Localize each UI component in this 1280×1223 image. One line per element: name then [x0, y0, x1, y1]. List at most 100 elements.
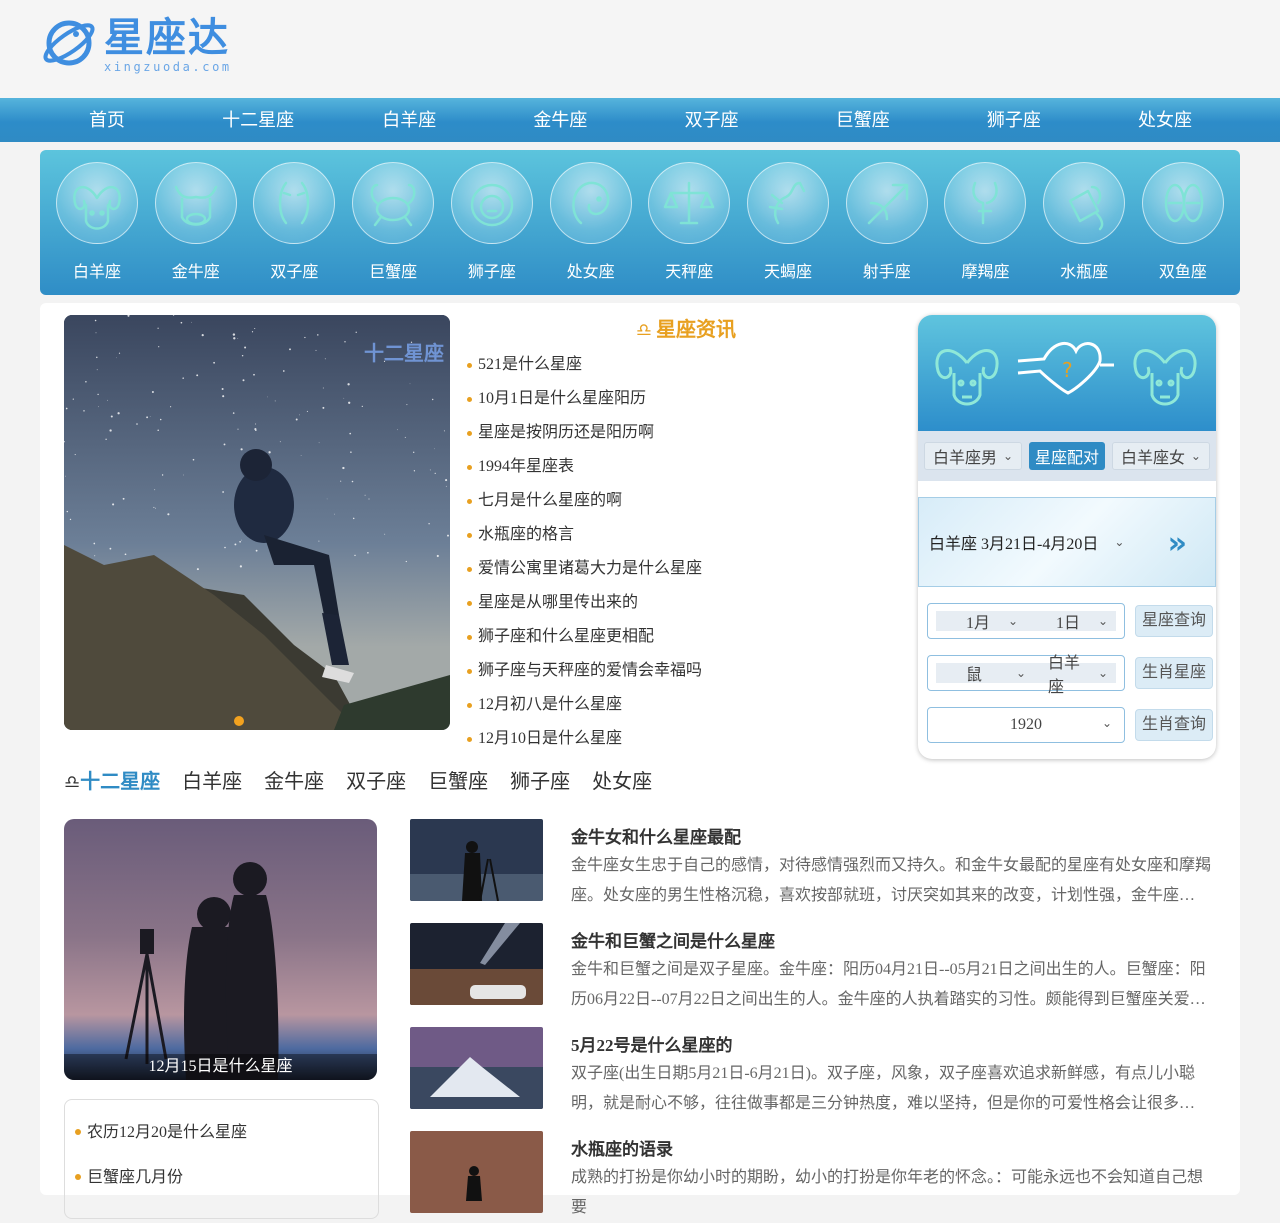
main-content: 十二星座 ♎ 星座资讯 521是什么星座 10月1日是什么星座阳历 星座是按阴历还是阳… — [40, 303, 1240, 1219]
chevron-down-icon: ⌄ — [1002, 448, 1013, 463]
animal-sign-select[interactable]: 鼠 ⌄ 白羊座 ⌄ — [927, 655, 1125, 696]
zodiac-badge[interactable] — [845, 162, 928, 244]
star-query-button[interactable]: 星座查询 — [1135, 605, 1214, 637]
zodiac-badge[interactable] — [352, 162, 435, 244]
article-item[interactable]: 金牛女和什么星座最配 金牛座女生忠于自己的感情，对待感情强烈而又持久。和金牛女最… — [410, 819, 1220, 904]
feature-card[interactable]: 12月15日是什么星座 — [64, 819, 377, 1080]
year-value: 1920 — [1010, 716, 1042, 733]
taurus-icon — [174, 185, 217, 226]
zodiac-item[interactable]: 天蝎座 — [745, 162, 831, 295]
tab-aries[interactable]: 白羊座 — [182, 765, 242, 794]
article-item[interactable]: 水瓶座的语录 成熟的打扮是你幼小时的期盼，幼小的打扮是你年老的怀念。：可能永远也… — [410, 1131, 1220, 1216]
male-sign-select[interactable]: 白羊座男 ⌄ — [924, 442, 1022, 470]
zodiac-label: 天蝎座 — [764, 264, 813, 281]
zodiac-item[interactable]: 天秤座 — [646, 162, 732, 295]
list-item[interactable]: 巨蟹座几月份 — [75, 1155, 368, 1200]
nav-aries[interactable]: 白羊座 — [334, 98, 484, 142]
date-select[interactable]: 1月 ⌄ 1日 ⌄ — [927, 603, 1125, 639]
zodiac-badge[interactable] — [747, 162, 830, 244]
tab-taurus[interactable]: 金牛座 — [264, 765, 324, 794]
tab-twelve-signs[interactable]: ♎十二星座 — [64, 765, 160, 794]
nav-cancer[interactable]: 巨蟹座 — [788, 98, 938, 142]
nav-gemini[interactable]: 双子座 — [637, 98, 787, 142]
news-item[interactable]: 星座是按阴历还是阳历啊 — [466, 416, 906, 450]
news-item[interactable]: 521是什么星座 — [466, 348, 906, 382]
zodiac-badge[interactable] — [549, 162, 632, 244]
chevron-down-icon: ⌄ — [1190, 448, 1201, 463]
article-title[interactable]: 金牛女和什么星座最配 — [571, 823, 741, 848]
zodiac-item[interactable]: 双子座 — [251, 162, 337, 295]
svg-text:?: ? — [1062, 358, 1073, 382]
nav-virgo[interactable]: 处女座 — [1090, 98, 1240, 142]
news-list: 521是什么星座 10月1日是什么星座阳历 星座是按阴历还是阳历啊 1994年星座表七… — [466, 348, 906, 756]
article-thumbnail[interactable] — [410, 1131, 543, 1213]
news-item[interactable]: 七月是什么星座的啊 — [466, 484, 906, 518]
zodiac-badge[interactable] — [56, 162, 138, 244]
article-thumbnail[interactable] — [410, 819, 543, 901]
pair-button[interactable]: 星座配对 — [1028, 442, 1105, 470]
animal-query-button[interactable]: 生肖查询 — [1135, 709, 1214, 741]
news-item[interactable]: 12月初八是什么星座 — [466, 688, 906, 722]
nav-leo[interactable]: 狮子座 — [939, 98, 1089, 142]
tab-leo[interactable]: 狮子座 — [510, 765, 570, 794]
year-select[interactable]: 1920 ⌄ — [927, 707, 1125, 743]
list-item[interactable]: 农历12月20是什么星座 — [75, 1110, 368, 1155]
article-title[interactable]: 5月22号是什么星座的 — [571, 1031, 733, 1056]
zodiac-badge[interactable] — [253, 162, 336, 244]
article-item[interactable]: 5月22号是什么星座的 双子座(出生日期5月21日-6月21日)。双子座，风象，… — [410, 1027, 1220, 1112]
article-thumbnail-image — [410, 1027, 543, 1109]
zodiac-item[interactable]: 处女座 — [548, 162, 634, 295]
news-item[interactable]: 狮子座与天秤座的爱情会幸福吗 — [466, 654, 906, 688]
zodiac-item[interactable]: 水瓶座 — [1041, 162, 1127, 295]
zodiac-badge[interactable] — [154, 162, 237, 244]
animal-query-row: 鼠 ⌄ 白羊座 ⌄ 生肖星座 — [927, 655, 1216, 696]
news-item[interactable]: 10月1日是什么星座阳历 — [466, 382, 906, 416]
zodiac-badge[interactable] — [648, 162, 731, 244]
news-item[interactable]: 12月10日是什么星座 — [466, 722, 906, 756]
libra-icon: ♎ — [64, 772, 81, 793]
zodiac-badge[interactable] — [1141, 162, 1224, 244]
news-item[interactable]: 1994年星座表 — [466, 450, 906, 484]
zodiac-label: 金牛座 — [171, 264, 220, 281]
carousel-dot[interactable] — [234, 716, 244, 726]
article-thumbnail[interactable] — [410, 923, 543, 1005]
nav-home[interactable]: 首页 — [32, 98, 182, 142]
article-title[interactable]: 水瓶座的语录 — [571, 1135, 673, 1160]
news-item[interactable]: 水瓶座的格言 — [466, 518, 906, 552]
article-title[interactable]: 金牛和巨蟹之间是什么星座 — [571, 927, 775, 952]
double-chevron-right-icon[interactable]: » — [1168, 526, 1187, 561]
zodiac-item[interactable]: 摩羯座 — [942, 162, 1028, 295]
article-thumbnail[interactable] — [410, 1027, 543, 1109]
sign-range-select[interactable]: 白羊座 3月21日-4月20日 ⌄ » — [918, 497, 1216, 587]
sign-select[interactable]: 白羊座 ⌄ — [1034, 655, 1116, 696]
month-select[interactable]: 1月 ⌄ — [936, 611, 1026, 632]
news-item[interactable]: 狮子座和什么星座更相配 — [466, 620, 906, 654]
logo[interactable]: 星座达 xingzuoda.com — [40, 14, 232, 74]
nav-twelve-signs[interactable]: 十二星座 — [183, 98, 333, 142]
zodiac-label: 巨蟹座 — [369, 264, 418, 281]
zodiac-badge[interactable] — [450, 162, 533, 244]
tab-cancer[interactable]: 巨蟹座 — [428, 765, 488, 794]
zodiac-badge[interactable] — [944, 162, 1027, 244]
animal-select[interactable]: 鼠 ⌄ — [936, 663, 1034, 684]
animal-star-button[interactable]: 生肖星座 — [1135, 657, 1214, 689]
news-item[interactable]: 爱情公寓里诸葛大力是什么星座 — [466, 552, 906, 586]
zodiac-item[interactable]: 金牛座 — [153, 162, 239, 295]
zodiac-item[interactable]: 双鱼座 — [1140, 162, 1226, 295]
chevron-down-icon: ⌄ — [1097, 613, 1108, 628]
zodiac-item[interactable]: 射手座 — [844, 162, 930, 295]
female-sign-select[interactable]: 白羊座女 ⌄ — [1111, 442, 1210, 470]
nav-taurus[interactable]: 金牛座 — [485, 98, 635, 142]
day-select[interactable]: 1日 ⌄ — [1026, 611, 1116, 632]
news-item[interactable]: 星座是从哪里传出来的 — [466, 586, 906, 620]
zodiac-item[interactable]: 巨蟹座 — [350, 162, 436, 295]
article-item[interactable]: 金牛和巨蟹之间是什么星座 金牛和巨蟹之间是双子星座。金牛座：阳历04月21日--… — [410, 923, 1220, 1008]
hero-carousel[interactable]: 十二星座 — [64, 315, 450, 730]
tab-virgo[interactable]: 处女座 — [592, 765, 652, 794]
zodiac-item[interactable]: 白羊座 — [54, 162, 140, 295]
zodiac-badge[interactable] — [1043, 162, 1126, 244]
article-desc: 金牛座女生忠于自己的感情，对待感情强烈而又持久。和金牛女最配的星座有处女座和摩羯… — [571, 857, 1211, 904]
category-tabs: ♎十二星座 白羊座 金牛座 双子座 巨蟹座 狮子座 处女座 — [64, 765, 674, 794]
zodiac-item[interactable]: 狮子座 — [449, 162, 535, 295]
tab-gemini[interactable]: 双子座 — [346, 765, 406, 794]
